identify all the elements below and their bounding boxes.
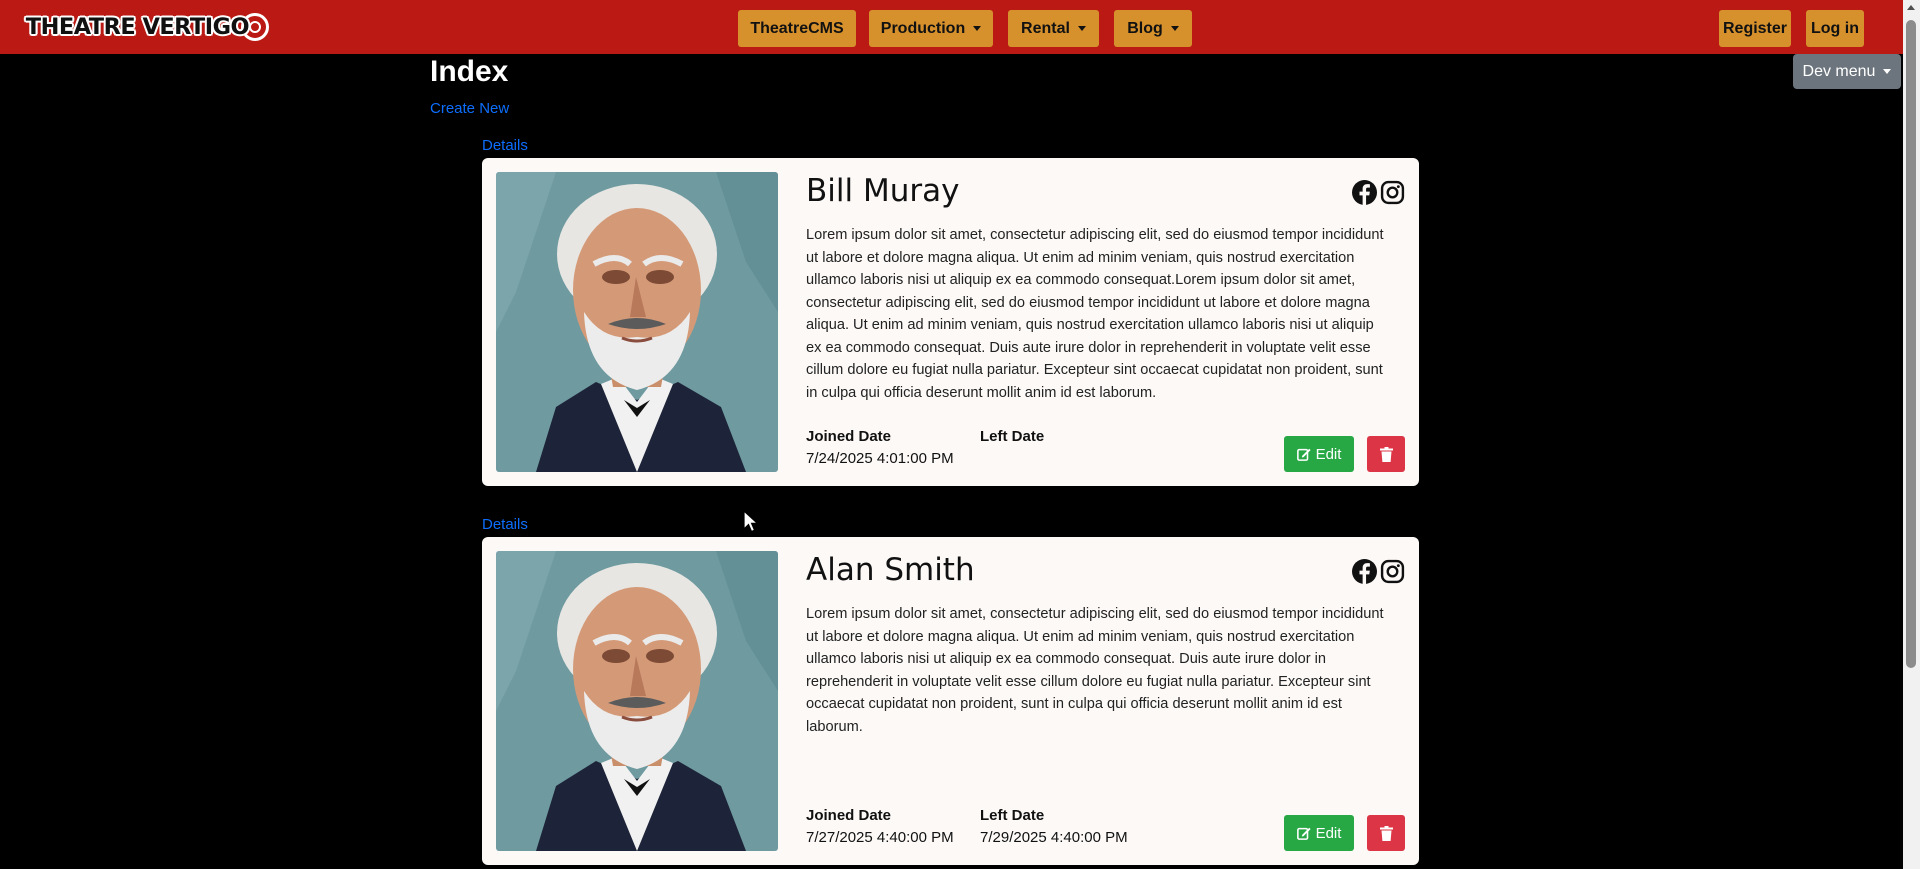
facebook-icon[interactable] — [1352, 559, 1377, 584]
login-button[interactable]: Log in — [1806, 10, 1864, 47]
mouse-cursor-icon — [743, 510, 760, 533]
left-date-value: 7/29/2025 4:40:00 PM — [980, 829, 1128, 846]
edit-button[interactable]: Edit — [1284, 436, 1354, 472]
edit-label: Edit — [1315, 445, 1342, 463]
member-card: Bill Muray Lorem ipsum dolor sit amet, c… — [482, 158, 1419, 486]
joined-date-label: Joined Date — [806, 807, 892, 824]
theatre-vertigo-logo[interactable]: THEATRE VERTIGO — [25, 10, 269, 44]
instagram-icon[interactable] — [1380, 180, 1405, 205]
create-new-link[interactable]: Create New — [430, 100, 509, 117]
nav-production-label: Production — [880, 19, 966, 37]
left-date-label: Left Date — [980, 428, 1045, 445]
details-link[interactable]: Details — [482, 516, 528, 533]
chevron-down-icon — [1077, 26, 1086, 31]
nav-theatrecms-button[interactable]: TheatreCMS — [738, 10, 856, 47]
register-button[interactable]: Register — [1719, 10, 1791, 47]
nav-production-dropdown[interactable]: Production — [869, 10, 993, 47]
edit-label: Edit — [1315, 824, 1342, 842]
login-label: Log in — [1811, 19, 1859, 37]
scrollbar-thumb[interactable] — [1906, 20, 1916, 668]
edit-button[interactable]: Edit — [1284, 815, 1354, 851]
facebook-icon[interactable] — [1352, 180, 1377, 205]
nav-theatrecms-label: TheatreCMS — [750, 19, 844, 37]
nav-rental-label: Rental — [1021, 19, 1070, 37]
member-bio: Lorem ipsum dolor sit amet, consectetur … — [806, 227, 1384, 401]
member-name: Alan Smith — [806, 552, 975, 588]
chevron-down-icon — [1170, 26, 1179, 31]
member-name: Bill Muray — [806, 173, 960, 209]
instagram-icon[interactable] — [1380, 559, 1405, 584]
delete-button[interactable] — [1367, 436, 1405, 472]
nav-rental-dropdown[interactable]: Rental — [1008, 10, 1099, 47]
delete-button[interactable] — [1367, 815, 1405, 851]
member-photo — [496, 172, 778, 472]
trash-icon — [1379, 825, 1393, 841]
member-card: Alan Smith Lorem ipsum dolor sit amet, c… — [482, 537, 1419, 865]
member-bio: Lorem ipsum dolor sit amet, consectetur … — [806, 606, 1384, 735]
top-navbar: THEATRE VERTIGO TheatreCMS Production Re… — [0, 0, 1920, 54]
chevron-down-icon — [973, 26, 982, 31]
dev-menu-label: Dev menu — [1802, 62, 1876, 80]
joined-date-value: 7/24/2025 4:01:00 PM — [806, 450, 954, 467]
nav-blog-dropdown[interactable]: Blog — [1114, 10, 1192, 47]
chevron-down-icon — [1883, 69, 1892, 74]
page-title: Index — [430, 55, 509, 88]
edit-icon — [1296, 448, 1311, 461]
edit-icon — [1296, 827, 1311, 840]
details-link[interactable]: Details — [482, 137, 528, 154]
scroll-up-arrow-icon[interactable] — [1907, 5, 1915, 10]
joined-date-value: 7/27/2025 4:40:00 PM — [806, 829, 954, 846]
joined-date-label: Joined Date — [806, 428, 892, 445]
member-photo — [496, 551, 778, 851]
left-date-label: Left Date — [980, 807, 1045, 824]
trash-icon — [1379, 446, 1393, 462]
logo-text: THEATRE VERTIGO — [25, 14, 250, 40]
dev-menu-dropdown[interactable]: Dev menu — [1793, 54, 1901, 89]
register-label: Register — [1722, 19, 1788, 37]
nav-blog-label: Blog — [1127, 19, 1163, 37]
